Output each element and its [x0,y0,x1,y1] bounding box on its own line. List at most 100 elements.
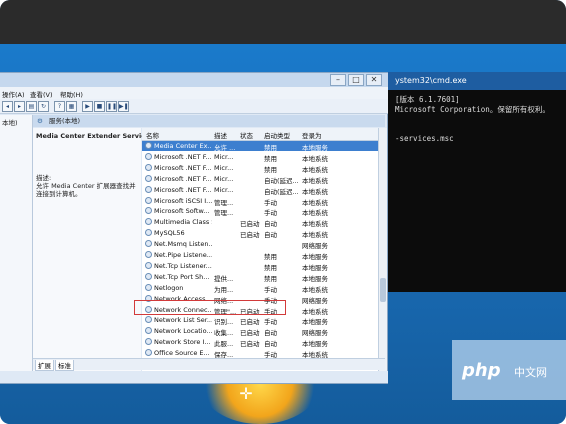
cell-startup: 禁用 [264,154,277,163]
service-row[interactable]: Microsoft .NET F... Micr... 自动(延迟... 本地系统 [142,185,378,196]
cell-name: Network List Ser... [154,316,212,325]
selected-service-name: Media Center Extender Service [36,132,150,140]
stop-icon[interactable]: ■ [94,101,105,112]
pause-icon[interactable]: ❚❚ [106,101,117,112]
cell-startup: 手动 [264,209,277,218]
cell-logon: 本地系统 [302,209,328,218]
cell-startup: 自动 [264,329,277,338]
properties-icon[interactable]: ▦ [66,101,77,112]
description-pane: Media Center Extender Service 描述: 允许 Med… [33,128,150,378]
service-row[interactable]: Office Source E... 保存... 手动 本地系统 [142,348,378,359]
help-icon[interactable]: ? [54,101,65,112]
console-tree[interactable]: 本地) [0,115,33,379]
service-gear-icon [145,207,152,215]
description-text: 允许 Media Center 扩展器查找并连接到计算机。 [36,182,136,198]
col-desc[interactable]: 描述 [214,130,227,140]
col-logon[interactable]: 登录为 [302,130,322,140]
cell-startup: 手动 [264,285,277,294]
col-startup[interactable]: 启动类型 [264,130,290,140]
service-gear-icon [145,316,152,324]
cell-logon: 本地系统 [302,198,328,207]
service-row[interactable]: Net.Tcp Listener... 禁用 本地服务 [142,261,378,272]
cell-logon: 本地服务 [302,144,328,152]
service-row[interactable]: MySQL56 已启动 自动 本地系统 [142,228,378,240]
service-row[interactable]: Network List Ser... 识别... 已启动 手动 本地服务 [142,315,378,327]
service-row[interactable]: Multimedia Class Scheduler 已启动自动 本地系统 [142,217,378,229]
service-row[interactable]: Net.Pipe Listene... 禁用 本地服务 [142,250,378,261]
cell-desc: 管理... [214,209,234,218]
forward-icon[interactable]: ▸ [14,101,25,112]
scrollbar-thumb[interactable] [380,278,386,302]
cell-name: Net.Msmq Listen... [154,240,212,249]
gear-icon: ⚙ [37,117,43,125]
view-tabs: 扩展 标准 [33,358,385,371]
cell-desc: 收集... [214,329,234,338]
cell-logon: 本地服务 [302,274,328,283]
tab-standard[interactable]: 标准 [55,360,74,371]
services-titlebar[interactable]: – □ ✕ [0,73,388,87]
service-row[interactable]: Network Locatio... 收集... 已启动 自动 网络服务 [142,326,378,338]
service-gear-icon [145,283,152,291]
cell-startup: 禁用 [264,253,277,261]
cell-logon: 本地系统 [302,231,328,240]
tree-item-local[interactable]: 本地) [2,117,18,127]
refresh-icon[interactable]: ↻ [38,101,49,112]
service-gear-icon [145,185,152,193]
cell-status: 已启动 [240,318,260,327]
panel-header: ⚙ 服务(本地) [33,115,385,127]
cell-name: Net.Tcp Port Sh... [154,272,210,281]
cell-logon: 网络服务 [302,329,328,338]
cell-desc: 识别... [214,318,234,327]
cell-name: Microsoft .NET F... [154,185,212,194]
service-row[interactable]: Microsoft Softw... 管理... 手动 本地系统 [142,206,378,218]
menu-view[interactable]: 查看(V) [30,89,53,99]
vertical-scrollbar[interactable] [378,128,387,378]
service-gear-icon [145,338,152,346]
mysql-highlight-box [134,300,286,315]
service-gear-icon [145,240,152,248]
maximize-button[interactable]: □ [348,74,364,86]
close-button[interactable]: ✕ [366,74,382,86]
service-gear-icon [145,272,152,280]
cell-startup: 自动 [264,231,277,240]
service-row[interactable]: Net.Tcp Port Sh... 提供... 禁用 本地服务 [142,272,378,283]
service-row[interactable]: Microsoft iSCSI I... 管理... 手动 本地系统 [142,196,378,207]
back-icon[interactable]: ◂ [2,101,13,112]
service-gear-icon [145,174,152,182]
cell-logon: 网络服务 [302,296,328,305]
cell-name: Microsoft iSCSI I... [154,196,212,205]
cell-startup: 手动 [264,198,277,207]
restart-icon[interactable]: ▶❚ [118,101,129,112]
menu-action[interactable]: 操作(A) [2,89,25,99]
service-gear-icon [145,327,152,335]
service-row[interactable]: Microsoft .NET F... Micr... 自动(延迟... 本地系统 [142,174,378,185]
service-gear-icon [145,251,152,258]
minimize-button[interactable]: – [330,74,346,86]
cell-name: Office Source E... [154,349,210,358]
cell-logon: 本地系统 [302,165,328,174]
cell-logon: 网络服务 [302,242,328,251]
cell-logon: 本地系统 [302,176,328,185]
services-list[interactable]: 名称 描述 状态 启动类型 登录为 Media Center Ex... 允许 .… [142,128,378,378]
show-hide-tree-icon[interactable]: ▤ [26,101,37,112]
service-row[interactable]: Media Center Ex... 允许 ... 禁用 本地服务 [142,141,378,152]
service-row[interactable]: Microsoft .NET F... Micr... 禁用 本地系统 [142,152,378,163]
cell-logon: 本地系统 [302,220,328,229]
panel-title: 服务(本地) [49,117,81,125]
service-gear-icon [145,229,152,237]
services-window[interactable]: – □ ✕ 操作(A) 查看(V) 帮助(H) ◂ ▸ ▤ ↻ ? ▦ ▶ ■ … [0,72,388,384]
service-row[interactable]: Net.Msmq Listen... 网络服务 [142,239,378,251]
cell-desc: Micr... [214,152,234,161]
service-row[interactable]: Network Store I... 此服... 已启动 自动 本地服务 [142,337,378,348]
menu-help[interactable]: 帮助(H) [60,89,83,99]
service-row[interactable]: Netlogon 为用... 手动 本地系统 [142,283,378,294]
col-status[interactable]: 状态 [240,130,253,140]
cell-name: Net.Tcp Listener... [154,261,212,270]
tab-extended[interactable]: 扩展 [35,360,54,371]
col-name[interactable]: 名称 [146,130,159,140]
play-icon[interactable]: ▶ [82,101,93,112]
cell-desc: 提供... [214,274,234,283]
service-row[interactable]: Microsoft .NET F... Micr... 禁用 本地系统 [142,163,378,174]
cell-startup: 禁用 [264,144,277,152]
cell-name: Network Store I... [154,338,211,347]
